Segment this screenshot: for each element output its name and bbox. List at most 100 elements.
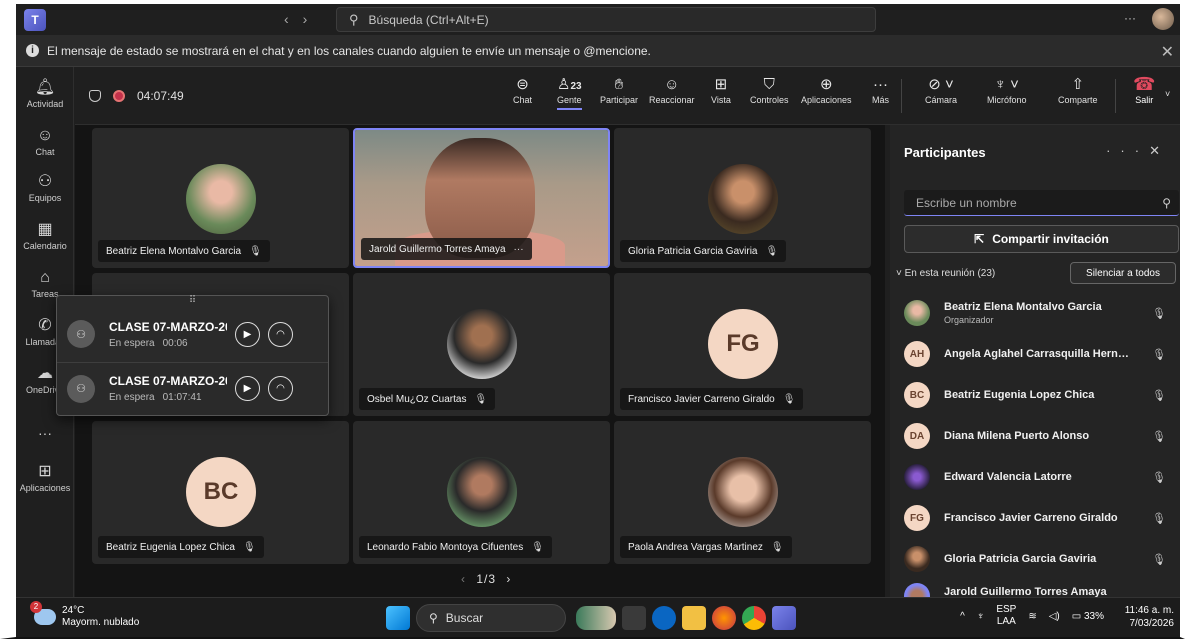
close-banner-icon[interactable]: ✕ [1161,42,1174,62]
microphone-button[interactable]: ♆ ˅ Micrófono [987,75,1027,105]
info-icon: i [26,44,39,57]
participant-row[interactable]: Jarold Guillermo Torres Amaya [904,577,1176,597]
participant-tile[interactable]: Paola Andrea Vargas Martinez 🎙︎ [614,421,871,564]
mic-off-icon: 🎙︎ [1152,553,1166,566]
participant-tile[interactable]: Gloria Patricia Garcia Gaviria 🎙︎ [614,128,871,268]
windows-start-icon[interactable] [386,606,410,630]
in-meeting-section[interactable]: ˅ En esta reunión (23) [896,268,995,279]
participant-tile[interactable]: Osbel Mu¿Oz Cuartas 🎙︎ [353,273,610,416]
chrome-icon[interactable] [742,606,766,630]
call-status-text: En espera [109,392,155,403]
chat-button[interactable]: ⊜ Chat [513,75,532,105]
participant-row[interactable]: Beatriz Elena Montalvo Garcia Organizador… [904,293,1176,333]
camera-label: Cámara [925,95,958,105]
camera-button[interactable]: ⊘ ˅ Cámara [925,75,957,105]
mic-off-icon: 🎙︎ [1152,307,1166,320]
prev-page-icon[interactable]: ‹ [461,572,466,586]
more-button[interactable]: ··· Más [872,75,889,105]
held-call[interactable]: ⚇ CLASE 07-MARZO-2026 En espera01:07:41 … [57,362,328,414]
rail-item-calendario[interactable]: ▦ Calendario [16,221,74,251]
participant-row[interactable]: AH Angela Aglahel Carrasquilla Hernan...… [904,334,1176,374]
timer-text: 04:07:49 [137,89,184,103]
search-box[interactable]: ⚲ Búsqueda (Ctrl+Alt+E) [336,7,876,32]
share-invite-button[interactable]: ⇱ Compartir invitación [904,225,1179,253]
taskbar-search-label: Buscar [445,611,484,625]
held-call[interactable]: ⚇ CLASE 07-MARZO-2026 En espera 00:06 ▶ ◠ [57,308,328,360]
tile-name-text: Gloria Patricia Garcia Gaviria [628,245,758,257]
tile-more-icon[interactable]: ··· [514,244,524,255]
tile-name-text: Francisco Javier Carreno Giraldo [628,393,775,405]
participant-tile[interactable]: FG Francisco Javier Carreno Giraldo 🎙︎ [614,273,871,416]
participant-row[interactable]: BC Beatriz Eugenia Lopez Chica 🎙︎ [904,375,1176,415]
microphone-icon[interactable]: ♆ [977,611,985,622]
shield-icon: ⛉ [763,76,775,93]
profile-avatar[interactable] [1152,8,1174,30]
clock[interactable]: 11:46 a. m. 7/03/2026 [1125,604,1174,630]
participant-photo [708,457,778,527]
leave-dropdown[interactable]: ˅ [1165,89,1170,99]
controls-button[interactable]: ⛉ Controles [750,75,789,105]
drag-handle[interactable]: ⠿ [57,296,328,308]
view-button[interactable]: ⊞ Vista [711,75,731,105]
call-status: En espera 00:06 [109,338,227,349]
participant-tile-active-speaker[interactable]: Jarold Guillermo Torres Amaya ··· [353,128,610,268]
chevron-up-icon[interactable]: ^ [960,611,965,622]
participant-tile[interactable]: BC Beatriz Eugenia Lopez Chica 🎙︎ [92,421,349,564]
file-explorer-icon[interactable] [682,606,706,630]
raise-hand-button[interactable]: ✋︎ Participar [600,75,638,105]
rail-item-actividad[interactable]: 🔔︎ Actividad [16,79,74,109]
more-options-button[interactable]: ··· [1124,11,1136,25]
volume-icon[interactable]: ◁) [1049,611,1060,622]
more-icon[interactable]: ··· [1106,143,1149,158]
task-view-icon[interactable] [622,606,646,630]
react-button[interactable]: ☺ Reaccionar [649,75,695,105]
banner-text: El mensaje de estado se mostrará en el c… [47,43,651,58]
react-label: Reaccionar [649,95,695,105]
participant-avatar: BC [904,382,930,408]
battery-icon[interactable]: ▭ 33% [1072,611,1104,622]
participant-row[interactable]: FG Francisco Javier Carreno Giraldo 🎙︎ [904,498,1176,538]
search-highlight-icon[interactable] [576,606,616,630]
teams-logo-icon[interactable]: T [24,8,46,31]
apps-button[interactable]: ⊕ Aplicaciones [801,75,852,105]
end-call-button[interactable]: ◠ [268,321,293,347]
language-code: ESP [996,604,1017,615]
mic-off-icon: 🎙︎ [770,541,784,553]
participant-row[interactable]: DA Diana Milena Puerto Alonso 🎙︎ [904,416,1176,456]
hp-icon[interactable] [652,606,676,630]
call-status: En espera 01:07:41 [109,392,227,403]
rail-more-button[interactable]: ··· [16,425,74,441]
teams-taskbar-icon[interactable] [772,606,796,630]
leave-button[interactable]: ☎︎ Salir [1133,75,1155,105]
participant-tile[interactable]: Beatriz Elena Montalvo Garcia 🎙︎ [92,128,349,268]
held-calls-popup[interactable]: ⠿ ⚇ CLASE 07-MARZO-2026 En espera 00:06 ▶… [56,295,329,416]
resume-call-button[interactable]: ▶ [235,321,260,347]
nav-arrows[interactable]: ‹› [284,11,321,27]
wifi-icon[interactable]: ≋ [1028,611,1036,622]
search-placeholder: Búsqueda (Ctrl+Alt+E) [368,12,489,27]
participant-row[interactable]: Gloria Patricia Garcia Gaviria 🎙︎ [904,539,1176,579]
mute-all-button[interactable]: Silenciar a todos [1070,262,1176,284]
people-button[interactable]: ♙23 Gente [557,75,582,110]
rail-item-chat[interactable]: ☺ Chat [16,127,74,157]
participant-search-input[interactable]: Escribe un nombre ⚲ [904,190,1179,216]
resume-call-button[interactable]: ▶ [235,376,260,401]
rail-label: Chat [35,147,55,157]
share-icon: ⇱ [974,232,985,246]
firefox-icon[interactable] [712,606,736,630]
participant-name: Angela Aglahel Carrasquilla Hernan... [944,348,1134,360]
weather-widget[interactable]: 2 24°C Mayorm. nublado [30,601,139,629]
system-tray: ^ ♆ ESP LAA ≋ ◁) ▭ 33% [954,604,1110,628]
language-indicator[interactable]: ESP LAA [996,604,1016,628]
share-button[interactable]: ⇧ Comparte [1058,75,1098,105]
next-page-icon[interactable]: › [506,572,511,586]
close-icon[interactable]: ✕ [1149,143,1170,158]
participant-row[interactable]: Edward Valencia Latorre 🎙︎ [904,457,1176,497]
participant-tile[interactable]: Leonardo Fabio Montoya Cifuentes 🎙︎ [353,421,610,564]
rail-item-aplicaciones[interactable]: ⊞ Aplicaciones [16,463,74,493]
end-call-button[interactable]: ◠ [268,376,293,401]
taskbar-search[interactable]: ⚲ Buscar [416,604,566,632]
toolbar-divider [901,79,902,113]
share-label: Comparte [1058,95,1098,105]
rail-item-equipos[interactable]: ⚇ Equipos [16,173,74,203]
